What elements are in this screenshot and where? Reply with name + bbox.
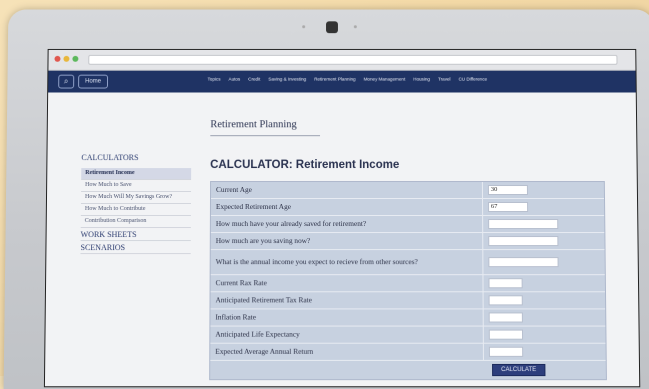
nav-link-credit[interactable]: Credit (248, 77, 260, 82)
laptop-frame: ⌕ Home Topics Autos Credit Saving & Inve… (3, 9, 649, 389)
sidebar-item-contribution-comparison[interactable]: Contribution Comparison (80, 216, 191, 229)
sensor-dot (302, 25, 306, 29)
nav-link-travel[interactable]: Travel (438, 77, 451, 82)
sidebar-item-retirement-income[interactable]: Retirement Income (81, 168, 192, 181)
retirement-age-input[interactable]: 67 (487, 201, 528, 212)
home-button[interactable]: Home (78, 74, 109, 89)
search-icon[interactable]: ⌕ (58, 74, 75, 89)
calculate-button[interactable]: CALCULATE (492, 363, 546, 377)
nav-link-autos[interactable]: Autos (228, 77, 240, 82)
title-divider (210, 135, 321, 137)
already-saved-input[interactable] (487, 219, 559, 230)
sidebar-heading: CALCULATORS (81, 153, 139, 163)
field-label: How much have your already saved for ret… (215, 219, 367, 229)
nav-links: Topics Autos Credit Saving & Investing R… (208, 77, 488, 82)
field-label: Anticipated Life Expectancy (215, 329, 300, 339)
form-row: Expected Retirement Age 67 (210, 198, 605, 217)
form-row: What is the annual income you expect to … (210, 250, 605, 276)
form-row: Current Age 30 (210, 182, 605, 199)
field-label: Expected Average Annual Return (215, 346, 314, 356)
current-tax-rate-input[interactable] (488, 278, 523, 289)
annual-return-input[interactable] (488, 346, 524, 357)
sidebar-worksheets[interactable]: WORK SHEETS (80, 228, 191, 242)
screen: ⌕ Home Topics Autos Credit Saving & Inve… (43, 48, 641, 388)
other-income-input[interactable] (488, 257, 559, 268)
nav-link-money-management[interactable]: Money Management (364, 77, 406, 82)
field-label: Inflation Rate (215, 312, 256, 322)
maximize-window-icon[interactable] (72, 55, 79, 62)
retirement-tax-rate-input[interactable] (488, 295, 523, 306)
page-title: Retirement Planning (210, 119, 297, 131)
form-row: How much are you saving now? (210, 233, 605, 251)
nav-link-housing[interactable]: Housing (413, 77, 430, 82)
field-label: How much are you saving now? (215, 236, 311, 246)
inflation-rate-input[interactable] (488, 312, 523, 323)
top-nav: ⌕ Home Topics Autos Credit Saving & Inve… (48, 70, 636, 93)
field-label: What is the annual income you expect to … (215, 257, 418, 267)
form-row: Anticipated Retirement Tax Rate (210, 292, 606, 310)
saving-now-input[interactable] (488, 236, 559, 247)
close-window-icon[interactable] (54, 55, 61, 62)
sidebar-scenarios[interactable]: SCENARIOS (80, 241, 191, 255)
field-label: Expected Retirement Age (215, 201, 291, 211)
form-row: Current Rax Rate (210, 275, 605, 293)
calculator-form: Current Age 30 Expected Retirement Age 6… (209, 181, 607, 381)
calculator-title: CALCULATOR: Retirement Income (210, 159, 400, 172)
current-age-input[interactable]: 30 (487, 185, 528, 196)
field-label: Current Age (216, 185, 252, 195)
form-row: Anticipated Life Expectancy (210, 326, 606, 344)
nav-link-retirement-planning[interactable]: Retirement Planning (314, 77, 355, 82)
life-expectancy-input[interactable] (488, 329, 523, 340)
sidebar: CALCULATORS Retirement Income How Much t… (80, 153, 192, 255)
form-row: Expected Average Annual Return (210, 343, 606, 361)
field-label: Anticipated Retirement Tax Rate (215, 295, 312, 305)
field-label: Current Rax Rate (215, 278, 267, 288)
form-actions: CALCULATE (210, 361, 606, 379)
browser-toolbar (48, 49, 636, 71)
sidebar-item-how-much-to-save[interactable]: How Much to Save (81, 180, 192, 193)
form-row: Inflation Rate (210, 309, 606, 327)
nav-link-topics[interactable]: Topics (208, 77, 221, 82)
address-bar[interactable] (88, 54, 618, 65)
sidebar-item-savings-grow[interactable]: How Much Will My Savings Grow? (80, 192, 192, 204)
sidebar-item-how-much-to-contribute[interactable]: How Much to Contribute (80, 203, 191, 217)
webcam (326, 21, 338, 34)
nav-link-saving-investing[interactable]: Saving & Investing (268, 77, 306, 82)
nav-link-cu-difference[interactable]: CU Difference (458, 77, 487, 82)
minimize-window-icon[interactable] (63, 55, 70, 62)
sensor-dot (353, 25, 357, 29)
form-row: How much have your already saved for ret… (210, 216, 605, 234)
